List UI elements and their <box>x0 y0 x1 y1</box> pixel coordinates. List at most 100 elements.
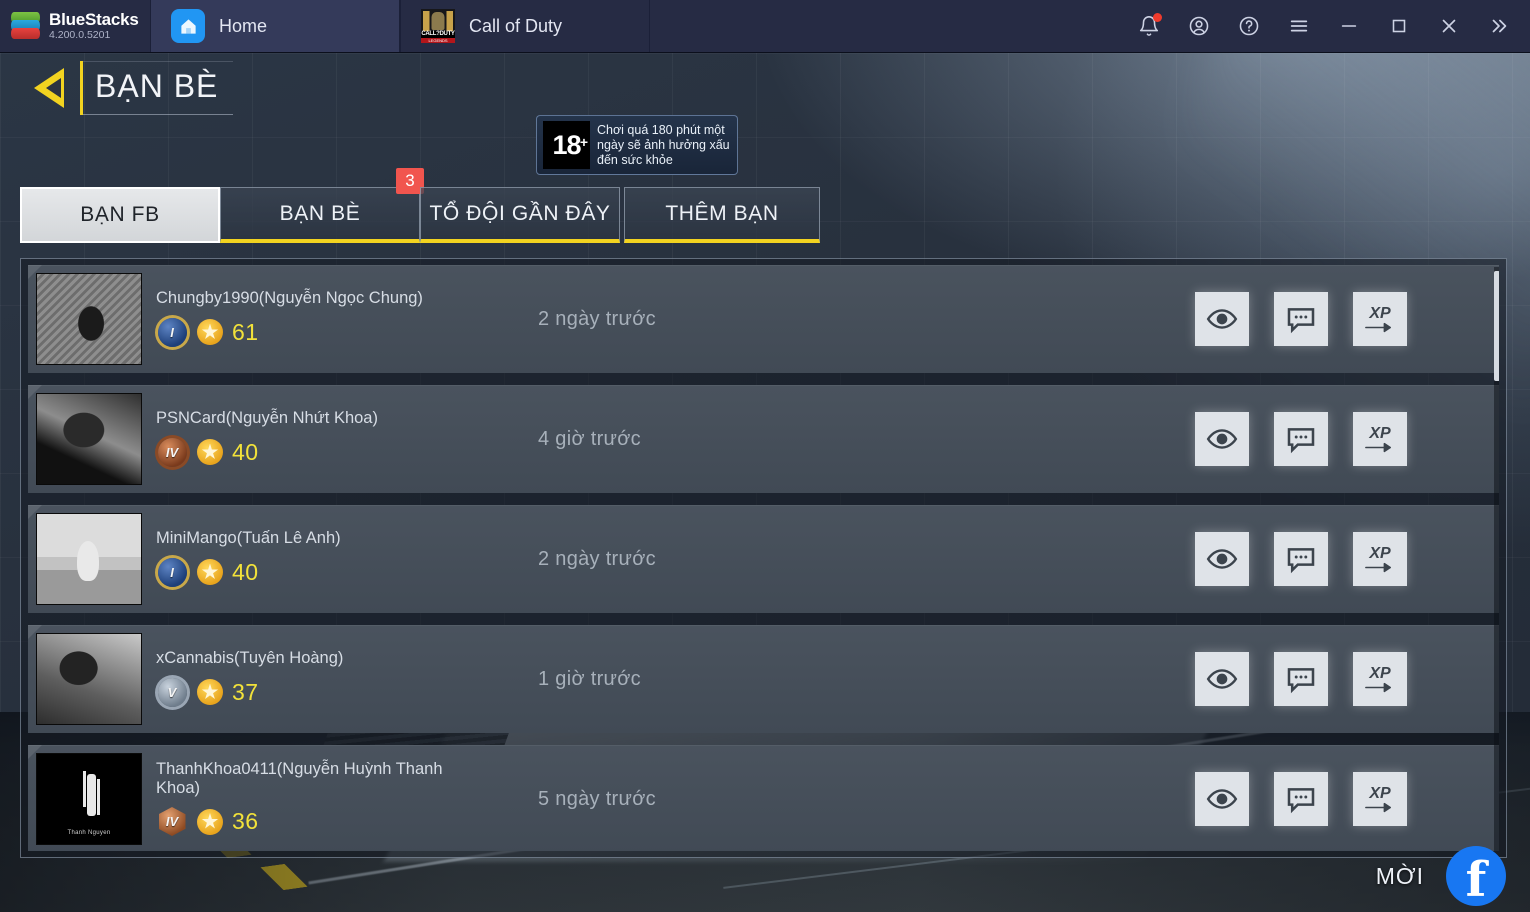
close-icon[interactable] <box>1424 0 1474 53</box>
last-seen: 5 ngày trước <box>538 787 656 810</box>
friend-level: 40 <box>232 438 259 465</box>
chat-icon[interactable] <box>1274 532 1328 586</box>
friend-name: Chungby1990(Nguyễn Ngọc Chung) <box>156 289 423 307</box>
friend-level: 37 <box>232 678 259 705</box>
age-rating-number: 18 <box>552 129 581 160</box>
menu-icon[interactable] <box>1274 0 1324 53</box>
table-row[interactable]: PSNCard(Nguyễn Nhứt Khoa) IV 40 4 giờ tr… <box>28 385 1499 493</box>
friend-rank-row: I 40 <box>156 555 516 589</box>
level-star-icon <box>197 439 223 465</box>
table-row[interactable]: Thanh Nguyen ThanhKhoa0411(Nguyễn Huỳnh … <box>28 745 1499 851</box>
account-icon[interactable] <box>1174 0 1224 53</box>
invite-label: MỜI <box>1375 863 1424 889</box>
send-xp-icon[interactable]: XP <box>1353 292 1407 346</box>
bluestacks-titlebar: BlueStacks 4.200.0.5201 Home CALL?DUTY L… <box>0 0 1530 53</box>
friend-rank-row: V 37 <box>156 675 516 709</box>
send-xp-icon[interactable]: XP <box>1353 772 1407 826</box>
window-tab-call-of-duty[interactable]: CALL?DUTY LEGENDS Call of Duty <box>400 0 650 52</box>
notification-dot <box>1153 12 1162 22</box>
last-seen: 2 ngày trước <box>538 547 656 570</box>
table-row[interactable]: Chungby1990(Nguyễn Ngọc Chung) I 61 2 ng… <box>28 265 1499 373</box>
level-star-icon <box>197 808 223 835</box>
friend-meta: PSNCard(Nguyễn Nhứt Khoa) IV 40 <box>156 409 516 469</box>
view-profile-icon[interactable] <box>1195 292 1249 346</box>
view-profile-icon[interactable] <box>1195 772 1249 826</box>
page-title: BẠN BÈ <box>83 61 233 115</box>
chat-icon[interactable] <box>1274 772 1328 826</box>
age-rating-text: Chơi quá 180 phút một ngày sẽ ảnh hưởng … <box>597 122 730 167</box>
chat-icon[interactable] <box>1274 292 1328 346</box>
view-profile-icon[interactable] <box>1195 532 1249 586</box>
age-rating-notice: 18 + Chơi quá 180 phút một ngày sẽ ảnh hư… <box>536 115 738 175</box>
list-scrollbar-track[interactable] <box>1494 267 1499 851</box>
tab-ban-fb-label: BẠN FB <box>80 203 160 226</box>
tab-ban-be[interactable]: BẠN BÈ 3 <box>220 168 424 243</box>
last-seen: 1 giờ trước <box>538 667 641 690</box>
age-rating-plus: + <box>579 134 588 150</box>
titlebar-spacer <box>650 0 1124 52</box>
send-xp-icon[interactable]: XP <box>1353 652 1407 706</box>
row-actions: XP <box>1195 772 1407 826</box>
xp-label: XP <box>1369 784 1391 802</box>
maximize-icon[interactable] <box>1374 0 1424 53</box>
table-row[interactable]: MiniMango(Tuấn Lê Anh) I 40 2 ngày trước <box>28 505 1499 613</box>
level-star-icon <box>197 319 223 345</box>
friend-name: MiniMango(Tuấn Lê Anh) <box>156 529 341 547</box>
avatar <box>36 513 142 605</box>
avatar: Thanh Nguyen <box>36 753 142 845</box>
expand-icon[interactable] <box>1474 0 1524 53</box>
rank-medal-icon: I <box>156 315 188 349</box>
minimize-icon[interactable] <box>1324 0 1374 53</box>
chat-icon[interactable] <box>1274 652 1328 706</box>
facebook-invite-button[interactable]: f <box>1446 846 1506 906</box>
avatar <box>36 633 142 725</box>
bluestacks-brand: BlueStacks 4.200.0.5201 <box>0 0 150 52</box>
home-icon <box>171 9 205 43</box>
tab-them-ban[interactable]: THÊM BẠN <box>624 187 820 243</box>
window-tab-home-label: Home <box>219 15 268 36</box>
friends-list[interactable]: Chungby1990(Nguyễn Ngọc Chung) I 61 2 ng… <box>28 265 1499 851</box>
view-profile-icon[interactable] <box>1195 412 1249 466</box>
tab-to-doi-gan-day[interactable]: TỔ ĐỘI GẦN ĐÂY <box>420 187 620 243</box>
rank-medal-icon: IV <box>156 805 188 839</box>
level-star-icon <box>197 679 223 705</box>
friend-rank-row: IV 36 <box>156 805 516 839</box>
rank-medal-icon: V <box>156 675 188 709</box>
table-row[interactable]: xCannabis(Tuyên Hoàng) V 37 1 giờ trước <box>28 625 1499 733</box>
friend-name: PSNCard(Nguyễn Nhứt Khoa) <box>156 409 378 427</box>
tab-them-ban-label: THÊM BẠN <box>665 201 779 225</box>
chat-icon[interactable] <box>1274 412 1328 466</box>
back-arrow-icon[interactable] <box>30 62 82 114</box>
brand-name: BlueStacks <box>49 9 139 29</box>
avatar <box>36 393 142 485</box>
friend-level: 61 <box>232 318 259 345</box>
cod-icon-sub: LEGENDS <box>421 38 455 43</box>
row-actions: XP <box>1195 652 1407 706</box>
rank-medal-label: I <box>157 317 187 347</box>
send-xp-icon[interactable]: XP <box>1353 412 1407 466</box>
rank-medal-label: IV <box>157 437 187 467</box>
xp-label: XP <box>1369 304 1391 322</box>
window-tab-home[interactable]: Home <box>150 0 400 52</box>
rank-medal-icon: IV <box>156 435 188 469</box>
game-viewport: BẠN BÈ 18 + Chơi quá 180 phút một ngày sẽ… <box>0 53 1530 912</box>
rank-medal-label: V <box>157 677 187 707</box>
help-icon[interactable] <box>1224 0 1274 53</box>
view-profile-icon[interactable] <box>1195 652 1249 706</box>
row-actions: XP <box>1195 532 1407 586</box>
window-tab-cod-label: Call of Duty <box>469 15 563 36</box>
friend-meta: xCannabis(Tuyên Hoàng) V 37 <box>156 649 516 709</box>
row-actions: XP <box>1195 292 1407 346</box>
brand-version: 4.200.0.5201 <box>49 29 111 42</box>
notifications-icon[interactable] <box>1124 0 1174 53</box>
age-rating-badge: 18 + <box>543 121 590 169</box>
xp-label: XP <box>1369 544 1391 562</box>
tab-ban-be-label: BẠN BÈ <box>279 201 361 225</box>
list-scrollbar-thumb[interactable] <box>1494 271 1499 381</box>
friend-level: 40 <box>232 558 259 585</box>
cod-icon-text: CALL?DUTY <box>421 31 455 38</box>
send-xp-icon[interactable]: XP <box>1353 532 1407 586</box>
rank-medal-label: I <box>157 557 187 587</box>
facebook-icon: f <box>1465 852 1487 908</box>
tab-ban-fb[interactable]: BẠN FB <box>20 187 220 243</box>
